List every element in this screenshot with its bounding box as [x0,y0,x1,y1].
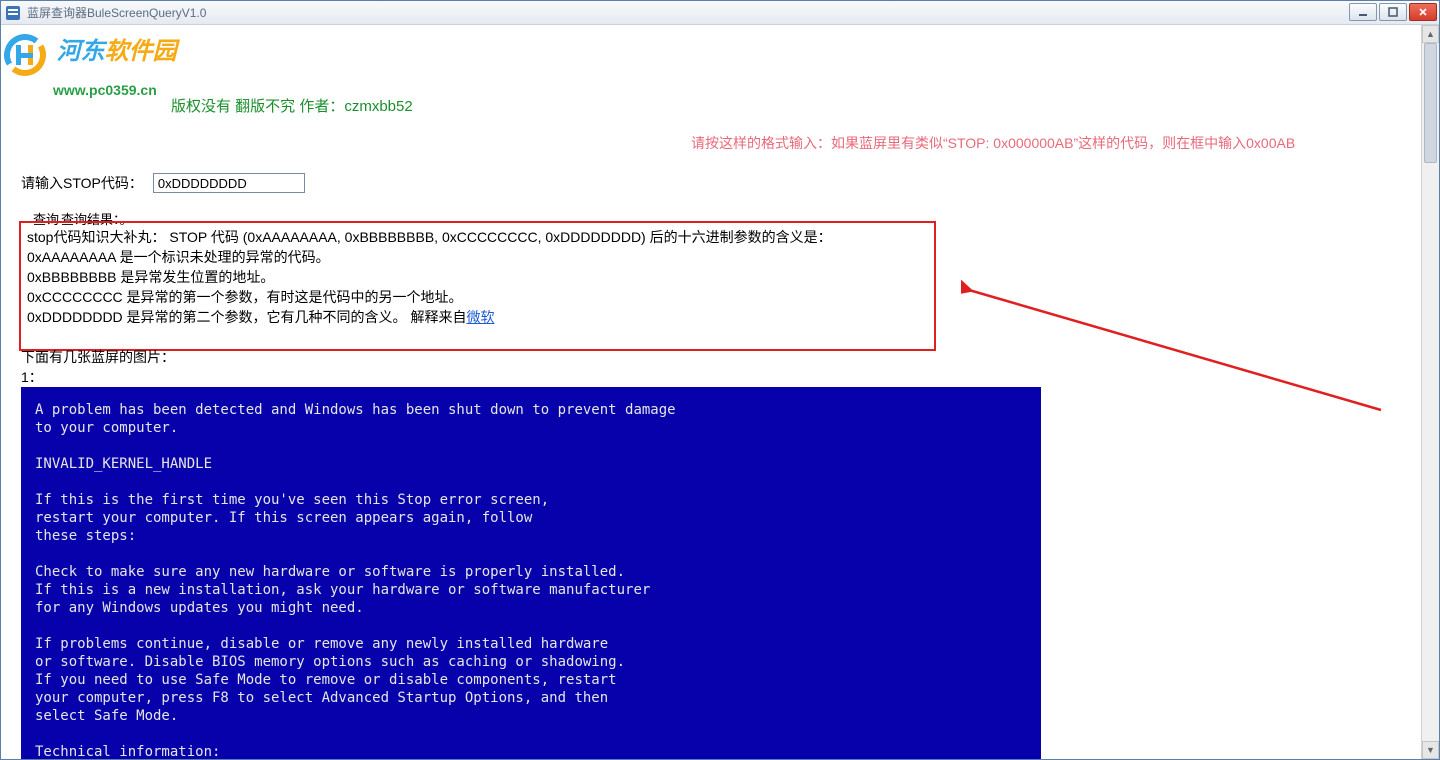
logo-icon [1,31,49,80]
input-hint: 请按这样的格式输入：如果蓝屏里有类似“STOP: 0x000000AB”这样的代… [691,133,1295,153]
app-window: 蓝屏查询器BuleScreenQueryV1.0 [0,0,1440,760]
bsod-images-caption: 下面有几张蓝屏的图片： [21,347,175,367]
result-line-5-text: 0xDDDDDDDD 是异常的第二个参数，它有几种不同的含义。 解释来自 [27,309,466,325]
result-line-3: 0xBBBBBBBB 是异常发生位置的地址。 [27,267,928,287]
result-line-5: 0xDDDDDDDD 是异常的第二个参数，它有几种不同的含义。 解释来自微软 [27,307,928,327]
minimize-button[interactable] [1349,3,1377,21]
maximize-button[interactable] [1379,3,1407,21]
below-caption: 下面有几张蓝屏的图片： 1： [21,347,175,387]
titlebar: 蓝屏查询器BuleScreenQueryV1.0 [1,1,1439,25]
result-line-1: stop代码知识大补丸： STOP 代码 (0xAAAAAAAA, 0xBBBB… [27,227,928,247]
scroll-up-arrow-icon[interactable]: ▲ [1422,25,1439,43]
scroll-track[interactable] [1422,43,1439,741]
result-box: stop代码知识大补丸： STOP 代码 (0xAAAAAAAA, 0xBBBB… [19,221,936,351]
result-line-2: 0xAAAAAAAA 是一个标识未处理的异常的代码。 [27,247,928,267]
copyright-text: 版权没有 翻版不究 作者：czmxbb52 [171,95,413,116]
vertical-scrollbar[interactable]: ▲ ▼ [1421,25,1439,759]
watermark-brand-1: 河东 [57,38,105,65]
watermark-brand-2: 软件园 [105,38,177,65]
result-line-4: 0xCCCCCCCC 是异常的第一个参数，有时这是代码中的另一个地址。 [27,287,928,307]
stop-code-input[interactable] [153,173,305,193]
bsod-screenshot: A problem has been detected and Windows … [21,387,1041,759]
scroll-thumb[interactable] [1424,43,1437,163]
watermark-logo: 河东软件园 www.pc0359.cn [1,31,211,98]
close-button[interactable] [1409,3,1437,21]
microsoft-link[interactable]: 微软 [466,309,494,325]
scroll-down-arrow-icon[interactable]: ▼ [1422,741,1439,759]
window-title: 蓝屏查询器BuleScreenQueryV1.0 [27,4,206,21]
bsod-image-index: 1： [21,367,175,387]
window-controls [1349,3,1437,21]
input-label: 请输入STOP代码： [21,173,143,193]
input-row: 请输入STOP代码： [21,173,305,193]
content-area: 河东软件园 www.pc0359.cn 版权没有 翻版不究 作者：czmxbb5… [1,25,1439,759]
app-icon [5,5,21,21]
